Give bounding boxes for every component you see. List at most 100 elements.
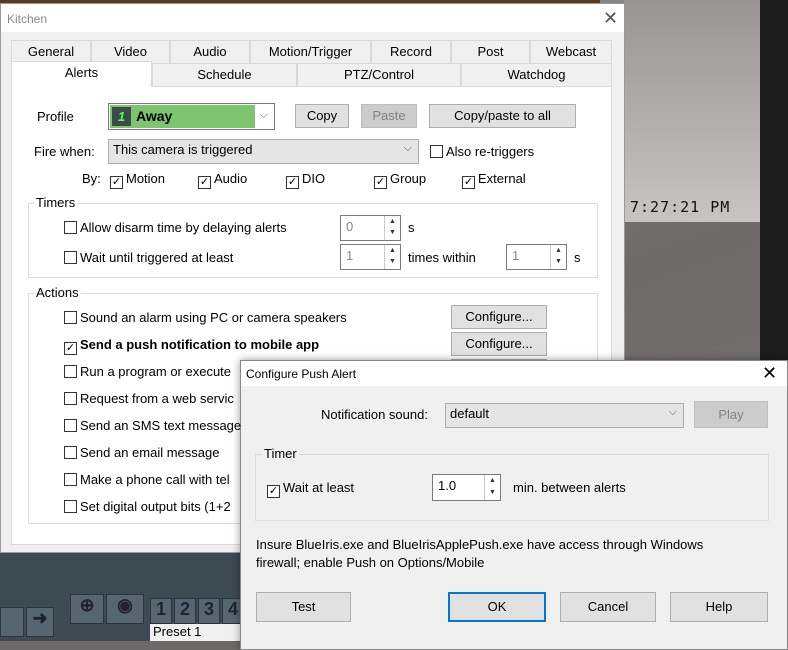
- spin-arrows-icon[interactable]: ▲ ▼: [484, 475, 500, 500]
- by-external-label: External: [478, 171, 526, 186]
- disarm-label: Allow disarm time by delaying alerts: [80, 220, 287, 235]
- checkbox-icon: [430, 145, 443, 158]
- push-title-bar: Configure Push Alert: [241, 361, 787, 386]
- action-label: Request from a web servic: [80, 391, 234, 406]
- tab-watchdog[interactable]: Watchdog: [461, 63, 612, 87]
- configure-alarm-button[interactable]: Configure...: [451, 305, 547, 329]
- action-label: Sound an alarm using PC or camera speake…: [80, 310, 347, 325]
- spin-arrows-icon[interactable]: ▲ ▼: [550, 245, 566, 269]
- by-group-label: Group: [390, 171, 427, 186]
- arrow-right-icon[interactable]: ➜: [26, 607, 54, 637]
- by-dio-checkbox[interactable]: ✓ DIO: [286, 171, 325, 189]
- tab-audio[interactable]: Audio: [170, 40, 250, 64]
- chevron-down-icon: ⌵: [668, 406, 677, 418]
- play-button[interactable]: Play: [694, 401, 768, 428]
- wait-minutes-spinner[interactable]: 1.0 ▲ ▼: [432, 474, 501, 501]
- wait-at-least-label: Wait at least: [283, 480, 355, 495]
- action-checkbox[interactable]: Request from a web servic: [64, 391, 234, 406]
- by-external-checkbox[interactable]: ✓ External: [462, 171, 526, 189]
- preset-3-button[interactable]: 3: [198, 598, 220, 624]
- help-button[interactable]: Help: [670, 592, 768, 622]
- action-checkbox[interactable]: Make a phone call with tel: [64, 472, 230, 487]
- checkbox-icon: ✓: [64, 342, 77, 355]
- paste-button[interactable]: Paste: [361, 104, 417, 128]
- checkbox-icon: [64, 446, 77, 459]
- disarm-checkbox[interactable]: Allow disarm time by delaying alerts: [64, 220, 287, 235]
- checkbox-icon: [64, 392, 77, 405]
- checkbox-icon: ✓: [267, 485, 280, 498]
- checkbox-icon: [64, 365, 77, 378]
- configure-push-button[interactable]: Configure...: [451, 332, 547, 356]
- tab-motion-trigger[interactable]: Motion/Trigger: [250, 40, 371, 64]
- wait-minutes-value: 1.0: [438, 478, 457, 493]
- fire-when-select[interactable]: This camera is triggered ⌵: [108, 139, 419, 164]
- wait-trigger-label: Wait until triggered at least: [80, 250, 234, 265]
- action-label: Send a push notification to mobile app: [80, 337, 320, 352]
- tab-webcast[interactable]: Webcast: [530, 40, 612, 64]
- disarm-unit: s: [408, 220, 415, 235]
- checkbox-icon: ✓: [462, 176, 475, 189]
- within-seconds-value: 1: [512, 248, 520, 263]
- preset-2-button[interactable]: 2: [174, 598, 196, 624]
- notification-sound-select[interactable]: default ⌵: [445, 403, 684, 428]
- close-icon[interactable]: ✕: [762, 363, 777, 384]
- wait-unit: min. between alerts: [513, 480, 626, 495]
- checkbox-icon: [64, 500, 77, 513]
- action-label: Make a phone call with tel: [80, 472, 230, 487]
- by-group-checkbox[interactable]: ✓ Group: [374, 171, 426, 189]
- cancel-button[interactable]: Cancel: [560, 592, 656, 622]
- action-checkbox[interactable]: Send an SMS text message: [64, 418, 241, 433]
- tab-schedule[interactable]: Schedule: [152, 63, 297, 87]
- wait-trigger-checkbox[interactable]: Wait until triggered at least: [64, 250, 233, 265]
- by-motion-checkbox[interactable]: ✓ Motion: [110, 171, 165, 189]
- ptz-toolbar: ➜ ⊕ ◉ 1 2 3 4 Preset 1: [0, 552, 250, 641]
- title-bar: Kitchen: [1, 4, 624, 32]
- profile-label: Profile: [37, 109, 74, 124]
- within-seconds-spinner[interactable]: 1 ▲ ▼: [506, 244, 567, 270]
- eye-icon[interactable]: ◉: [106, 594, 144, 624]
- copy-button[interactable]: Copy: [295, 104, 349, 128]
- preset-1-button[interactable]: 1: [150, 598, 172, 624]
- disarm-spinner[interactable]: 0 ▲ ▼: [340, 215, 401, 241]
- disarm-value: 0: [346, 219, 354, 234]
- preset-select[interactable]: Preset 1: [150, 624, 250, 641]
- camera-image: [624, 0, 760, 222]
- within-unit: s: [574, 250, 581, 265]
- checkbox-icon: [64, 419, 77, 432]
- test-button[interactable]: Test: [256, 592, 351, 622]
- by-audio-label: Audio: [214, 171, 248, 186]
- profile-value: Away: [136, 108, 173, 124]
- also-retriggers-label: Also re-triggers: [446, 144, 535, 159]
- also-retriggers-checkbox[interactable]: Also re-triggers: [430, 144, 534, 159]
- by-audio-checkbox[interactable]: ✓ Audio: [198, 171, 247, 189]
- by-dio-label: DIO: [302, 171, 326, 186]
- tab-ptz-control[interactable]: PTZ/Control: [297, 63, 461, 87]
- action-checkbox[interactable]: Run a program or execute: [64, 364, 231, 379]
- action-label: Send an SMS text message: [80, 418, 242, 433]
- copy-paste-all-button[interactable]: Copy/paste to all: [429, 104, 576, 128]
- tab-post[interactable]: Post: [451, 40, 530, 64]
- timers-title: Timers: [34, 195, 78, 210]
- push-timer-title: Timer: [262, 446, 299, 461]
- close-icon[interactable]: ✕: [603, 8, 618, 29]
- action-label: Set digital output bits (1+2: [80, 499, 231, 514]
- checkbox-icon: ✓: [286, 176, 299, 189]
- ok-button[interactable]: OK: [448, 592, 546, 622]
- action-label: Send an email message: [80, 445, 220, 460]
- tab-record[interactable]: Record: [371, 40, 451, 64]
- wait-at-least-checkbox[interactable]: ✓ Wait at least: [267, 480, 354, 498]
- trigger-count-spinner[interactable]: 1 ▲ ▼: [340, 244, 401, 270]
- by-label: By:: [82, 171, 101, 186]
- spin-arrows-icon[interactable]: ▲ ▼: [384, 245, 400, 269]
- action-checkbox[interactable]: Send an email message: [64, 445, 219, 460]
- camera-timestamp: 7:27:21 PM: [630, 198, 731, 216]
- stop-icon[interactable]: [0, 607, 24, 637]
- action-checkbox[interactable]: Sound an alarm using PC or camera speake…: [64, 310, 347, 325]
- action-checkbox[interactable]: ✓ Send a push notification to mobile app: [64, 337, 319, 355]
- action-checkbox[interactable]: Set digital output bits (1+2: [64, 499, 231, 514]
- zoom-in-icon[interactable]: ⊕: [70, 594, 104, 624]
- times-within-label: times within: [408, 250, 476, 265]
- tab-alerts[interactable]: Alerts: [11, 61, 152, 87]
- profile-select[interactable]: 1 Away ⌵: [108, 103, 275, 130]
- spin-arrows-icon[interactable]: ▲ ▼: [384, 216, 400, 240]
